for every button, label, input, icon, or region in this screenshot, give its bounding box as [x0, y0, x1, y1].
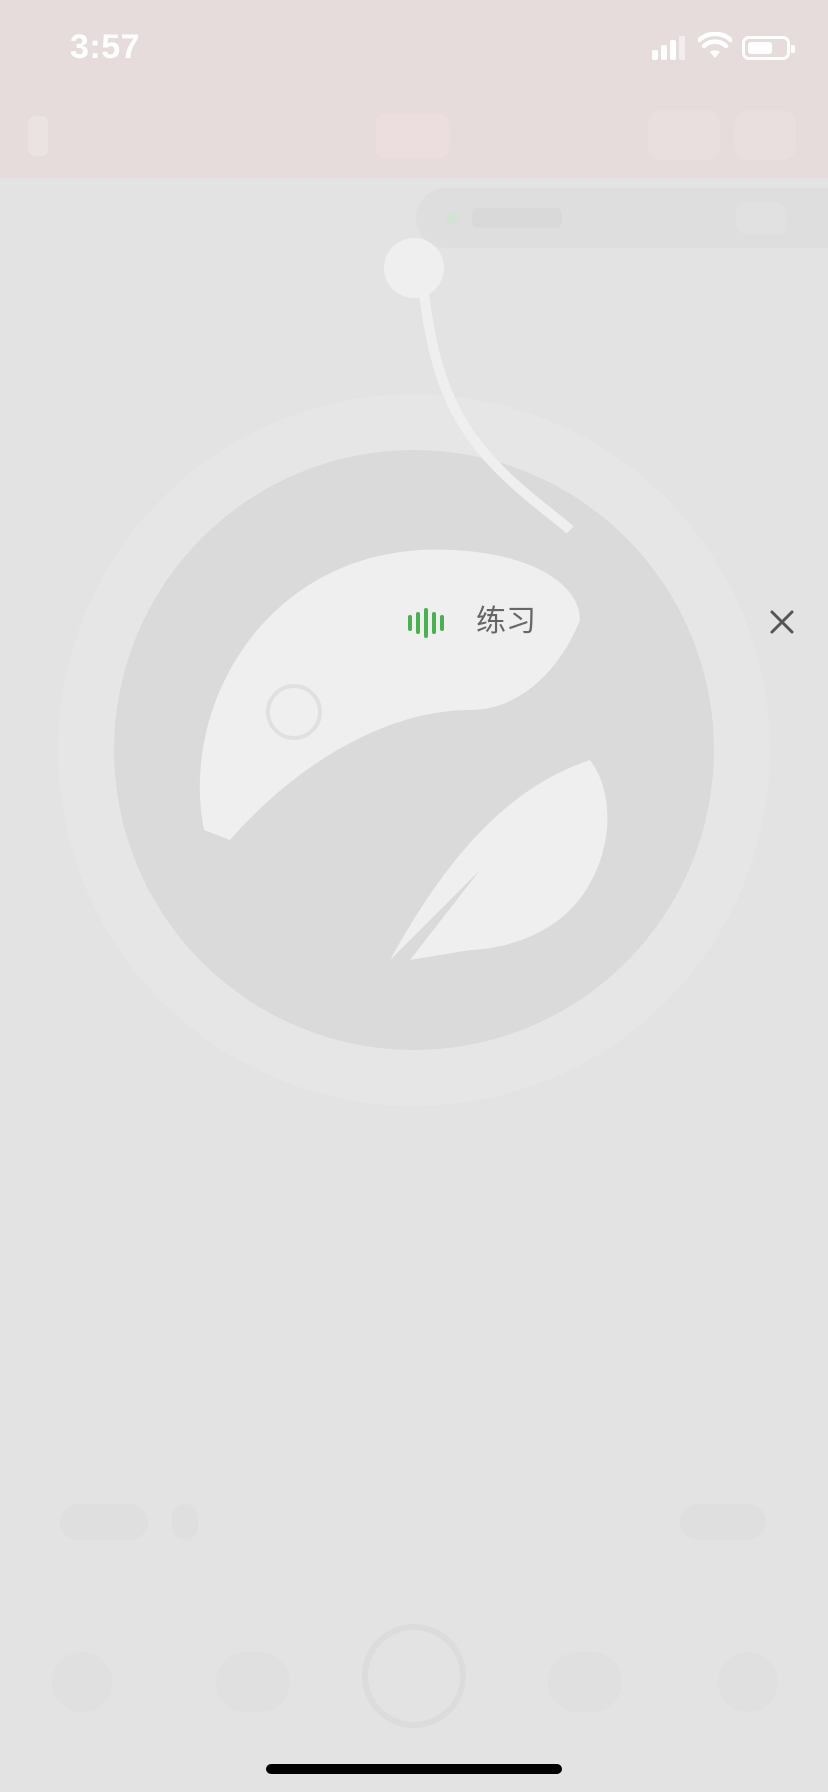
faded-control-button[interactable] [718, 1652, 778, 1712]
faded-control-button[interactable] [216, 1652, 290, 1712]
faded-control-button[interactable] [548, 1652, 622, 1712]
faded-control-button[interactable] [52, 1652, 112, 1712]
faded-label [680, 1504, 766, 1540]
app-screen: 3:57 练习 [0, 0, 828, 1792]
cellular-signal-icon [652, 34, 686, 60]
wifi-icon [698, 32, 732, 58]
faded-label [60, 1504, 148, 1540]
overlay-title: 练习 [476, 604, 536, 639]
battery-icon [742, 36, 795, 60]
audio-wave-icon [408, 608, 446, 638]
status-bar: 3:57 [0, 0, 828, 100]
faded-dot [172, 1504, 198, 1540]
faded-play-button[interactable] [362, 1624, 466, 1728]
home-indicator[interactable] [266, 1764, 562, 1774]
status-time: 3:57 [70, 28, 141, 66]
close-icon[interactable] [764, 604, 800, 640]
